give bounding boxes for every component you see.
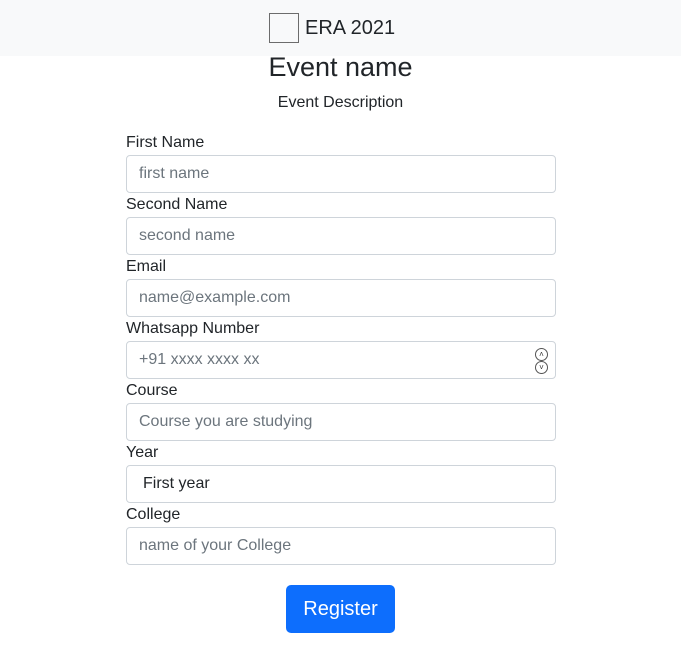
college-group: College — [126, 504, 556, 566]
whatsapp-group: Whatsapp Number ˄ ˅ — [126, 318, 556, 380]
event-title: Event name — [268, 52, 413, 82]
year-label: Year — [126, 444, 159, 461]
second-name-label: Second Name — [126, 196, 228, 213]
email-group: Email — [126, 256, 556, 318]
first-name-group: First Name — [126, 132, 556, 194]
registration-form: First Name Second Name Email Whatsapp Nu… — [126, 132, 556, 566]
course-input[interactable] — [126, 403, 556, 441]
brand-link[interactable]: ERA 2021 — [269, 13, 395, 43]
register-button[interactable]: Register — [286, 585, 395, 633]
first-name-label: First Name — [126, 134, 205, 151]
college-label: College — [126, 506, 181, 523]
year-select[interactable]: First year — [126, 465, 556, 503]
email-input[interactable] — [126, 279, 556, 317]
brand-title: ERA 2021 — [305, 17, 396, 39]
whatsapp-label: Whatsapp Number — [126, 320, 260, 337]
second-name-group: Second Name — [126, 194, 556, 256]
whatsapp-input[interactable] — [126, 341, 556, 379]
first-name-input[interactable] — [126, 155, 556, 193]
year-selected-value: First year — [143, 475, 210, 492]
spin-up-icon[interactable]: ˄ — [535, 348, 548, 361]
number-spinner[interactable]: ˄ ˅ — [535, 348, 548, 374]
email-label: Email — [126, 258, 167, 275]
course-label: Course — [126, 382, 178, 399]
second-name-input[interactable] — [126, 217, 556, 255]
logo-placeholder-icon — [269, 13, 299, 43]
college-input[interactable] — [126, 527, 556, 565]
navbar: ERA 2021 — [0, 0, 681, 56]
year-group: Year First year — [126, 442, 556, 504]
event-description: Event Description — [277, 94, 404, 111]
spin-down-icon[interactable]: ˅ — [535, 361, 548, 374]
course-group: Course — [126, 380, 556, 442]
